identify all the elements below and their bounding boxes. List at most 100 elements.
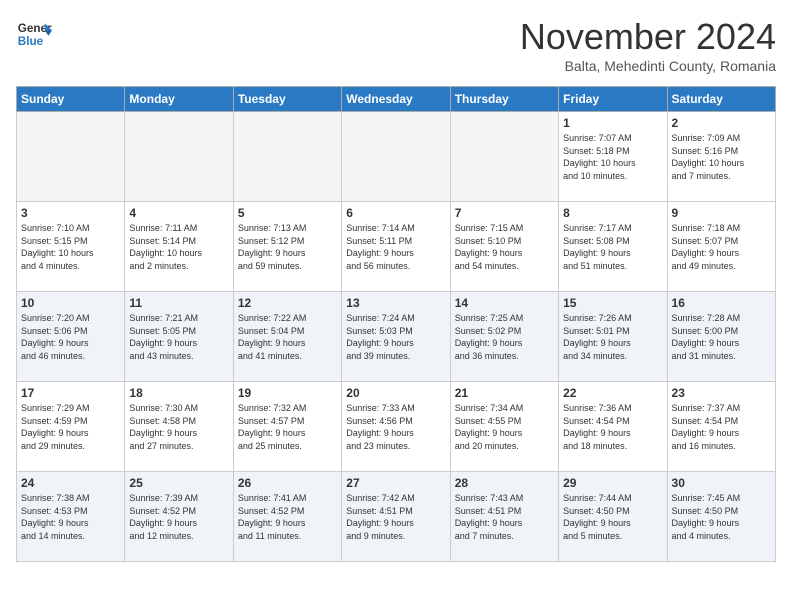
calendar-cell xyxy=(233,112,341,202)
day-info: Sunrise: 7:29 AM Sunset: 4:59 PM Dayligh… xyxy=(21,402,120,452)
day-number: 19 xyxy=(238,386,337,400)
calendar-week-5: 24 Sunrise: 7:38 AM Sunset: 4:53 PM Dayli… xyxy=(17,472,776,562)
day-number: 28 xyxy=(455,476,554,490)
calendar-week-2: 3 Sunrise: 7:10 AM Sunset: 5:15 PM Daylig… xyxy=(17,202,776,292)
calendar-cell: 9Sunrise: 7:18 AM Sunset: 5:07 PM Daylig… xyxy=(667,202,775,292)
calendar-cell: 24 Sunrise: 7:38 AM Sunset: 4:53 PM Dayli… xyxy=(17,472,125,562)
calendar-cell xyxy=(450,112,558,202)
calendar-week-4: 17 Sunrise: 7:29 AM Sunset: 4:59 PM Dayli… xyxy=(17,382,776,472)
title-block: November 2024 Balta, Mehedinti County, R… xyxy=(520,16,776,74)
day-info: Sunrise: 7:15 AM Sunset: 5:10 PM Dayligh… xyxy=(455,222,554,272)
day-info: Sunrise: 7:25 AM Sunset: 5:02 PM Dayligh… xyxy=(455,312,554,362)
day-info: Sunrise: 7:24 AM Sunset: 5:03 PM Dayligh… xyxy=(346,312,445,362)
day-info: Sunrise: 7:37 AM Sunset: 4:54 PM Dayligh… xyxy=(672,402,771,452)
weekday-header-row: SundayMondayTuesdayWednesdayThursdayFrid… xyxy=(17,87,776,112)
calendar-cell: 26 Sunrise: 7:41 AM Sunset: 4:52 PM Dayli… xyxy=(233,472,341,562)
calendar-week-1: 1 Sunrise: 7:07 AM Sunset: 5:18 PM Daylig… xyxy=(17,112,776,202)
location: Balta, Mehedinti County, Romania xyxy=(520,58,776,74)
day-number: 17 xyxy=(21,386,120,400)
calendar-cell: 10Sunrise: 7:20 AM Sunset: 5:06 PM Dayli… xyxy=(17,292,125,382)
weekday-header-sunday: Sunday xyxy=(17,87,125,112)
day-number: 21 xyxy=(455,386,554,400)
day-info: Sunrise: 7:28 AM Sunset: 5:00 PM Dayligh… xyxy=(672,312,771,362)
day-info: Sunrise: 7:36 AM Sunset: 4:54 PM Dayligh… xyxy=(563,402,662,452)
calendar-cell: 20 Sunrise: 7:33 AM Sunset: 4:56 PM Dayli… xyxy=(342,382,450,472)
day-info: Sunrise: 7:22 AM Sunset: 5:04 PM Dayligh… xyxy=(238,312,337,362)
calendar-cell: 8 Sunrise: 7:17 AM Sunset: 5:08 PM Daylig… xyxy=(559,202,667,292)
calendar-cell: 17 Sunrise: 7:29 AM Sunset: 4:59 PM Dayli… xyxy=(17,382,125,472)
day-info: Sunrise: 7:32 AM Sunset: 4:57 PM Dayligh… xyxy=(238,402,337,452)
day-info: Sunrise: 7:07 AM Sunset: 5:18 PM Dayligh… xyxy=(563,132,662,182)
day-info: Sunrise: 7:34 AM Sunset: 4:55 PM Dayligh… xyxy=(455,402,554,452)
day-number: 22 xyxy=(563,386,662,400)
day-number: 29 xyxy=(563,476,662,490)
calendar-cell: 30 Sunrise: 7:45 AM Sunset: 4:50 PM Dayli… xyxy=(667,472,775,562)
day-info: Sunrise: 7:17 AM Sunset: 5:08 PM Dayligh… xyxy=(563,222,662,272)
calendar-cell: 25Sunrise: 7:39 AM Sunset: 4:52 PM Dayli… xyxy=(125,472,233,562)
day-info: Sunrise: 7:45 AM Sunset: 4:50 PM Dayligh… xyxy=(672,492,771,542)
calendar-cell: 18 Sunrise: 7:30 AM Sunset: 4:58 PM Dayli… xyxy=(125,382,233,472)
day-number: 26 xyxy=(238,476,337,490)
calendar-cell: 22 Sunrise: 7:36 AM Sunset: 4:54 PM Dayli… xyxy=(559,382,667,472)
day-number: 7 xyxy=(455,206,554,220)
calendar-cell: 28 Sunrise: 7:43 AM Sunset: 4:51 PM Dayli… xyxy=(450,472,558,562)
day-number: 12 xyxy=(238,296,337,310)
calendar-cell: 14Sunrise: 7:25 AM Sunset: 5:02 PM Dayli… xyxy=(450,292,558,382)
calendar-cell: 15Sunrise: 7:26 AM Sunset: 5:01 PM Dayli… xyxy=(559,292,667,382)
day-number: 20 xyxy=(346,386,445,400)
weekday-header-friday: Friday xyxy=(559,87,667,112)
day-number: 4 xyxy=(129,206,228,220)
day-info: Sunrise: 7:39 AM Sunset: 4:52 PM Dayligh… xyxy=(129,492,228,542)
weekday-header-monday: Monday xyxy=(125,87,233,112)
day-number: 27 xyxy=(346,476,445,490)
day-number: 9 xyxy=(672,206,771,220)
calendar-cell: 3 Sunrise: 7:10 AM Sunset: 5:15 PM Daylig… xyxy=(17,202,125,292)
calendar-table: SundayMondayTuesdayWednesdayThursdayFrid… xyxy=(16,86,776,562)
calendar-cell: 19 Sunrise: 7:32 AM Sunset: 4:57 PM Dayli… xyxy=(233,382,341,472)
day-number: 24 xyxy=(21,476,120,490)
calendar-cell: 27Sunrise: 7:42 AM Sunset: 4:51 PM Dayli… xyxy=(342,472,450,562)
month-title: November 2024 xyxy=(520,16,776,58)
calendar-cell: 13 Sunrise: 7:24 AM Sunset: 5:03 PM Dayli… xyxy=(342,292,450,382)
calendar-cell: 2Sunrise: 7:09 AM Sunset: 5:16 PM Daylig… xyxy=(667,112,775,202)
day-info: Sunrise: 7:13 AM Sunset: 5:12 PM Dayligh… xyxy=(238,222,337,272)
day-number: 6 xyxy=(346,206,445,220)
day-number: 8 xyxy=(563,206,662,220)
day-info: Sunrise: 7:33 AM Sunset: 4:56 PM Dayligh… xyxy=(346,402,445,452)
calendar-cell: 5 Sunrise: 7:13 AM Sunset: 5:12 PM Daylig… xyxy=(233,202,341,292)
calendar-week-3: 10Sunrise: 7:20 AM Sunset: 5:06 PM Dayli… xyxy=(17,292,776,382)
day-number: 11 xyxy=(129,296,228,310)
day-info: Sunrise: 7:14 AM Sunset: 5:11 PM Dayligh… xyxy=(346,222,445,272)
day-info: Sunrise: 7:11 AM Sunset: 5:14 PM Dayligh… xyxy=(129,222,228,272)
day-info: Sunrise: 7:44 AM Sunset: 4:50 PM Dayligh… xyxy=(563,492,662,542)
svg-text:Blue: Blue xyxy=(18,35,44,48)
calendar-cell: 1 Sunrise: 7:07 AM Sunset: 5:18 PM Daylig… xyxy=(559,112,667,202)
day-number: 3 xyxy=(21,206,120,220)
day-info: Sunrise: 7:38 AM Sunset: 4:53 PM Dayligh… xyxy=(21,492,120,542)
day-info: Sunrise: 7:21 AM Sunset: 5:05 PM Dayligh… xyxy=(129,312,228,362)
calendar-cell: 11 Sunrise: 7:21 AM Sunset: 5:05 PM Dayli… xyxy=(125,292,233,382)
day-info: Sunrise: 7:30 AM Sunset: 4:58 PM Dayligh… xyxy=(129,402,228,452)
calendar-cell: 12 Sunrise: 7:22 AM Sunset: 5:04 PM Dayli… xyxy=(233,292,341,382)
logo: General Blue xyxy=(16,16,52,52)
day-info: Sunrise: 7:43 AM Sunset: 4:51 PM Dayligh… xyxy=(455,492,554,542)
day-number: 13 xyxy=(346,296,445,310)
day-info: Sunrise: 7:10 AM Sunset: 5:15 PM Dayligh… xyxy=(21,222,120,272)
day-info: Sunrise: 7:09 AM Sunset: 5:16 PM Dayligh… xyxy=(672,132,771,182)
day-number: 16 xyxy=(672,296,771,310)
calendar-cell: 6 Sunrise: 7:14 AM Sunset: 5:11 PM Daylig… xyxy=(342,202,450,292)
day-number: 18 xyxy=(129,386,228,400)
calendar-cell xyxy=(342,112,450,202)
weekday-header-thursday: Thursday xyxy=(450,87,558,112)
calendar-cell xyxy=(17,112,125,202)
day-number: 10 xyxy=(21,296,120,310)
day-number: 30 xyxy=(672,476,771,490)
day-number: 23 xyxy=(672,386,771,400)
calendar-cell: 21 Sunrise: 7:34 AM Sunset: 4:55 PM Dayli… xyxy=(450,382,558,472)
day-number: 1 xyxy=(563,116,662,130)
calendar-cell: 16 Sunrise: 7:28 AM Sunset: 5:00 PM Dayli… xyxy=(667,292,775,382)
weekday-header-saturday: Saturday xyxy=(667,87,775,112)
day-number: 5 xyxy=(238,206,337,220)
calendar-cell: 7 Sunrise: 7:15 AM Sunset: 5:10 PM Daylig… xyxy=(450,202,558,292)
day-info: Sunrise: 7:41 AM Sunset: 4:52 PM Dayligh… xyxy=(238,492,337,542)
